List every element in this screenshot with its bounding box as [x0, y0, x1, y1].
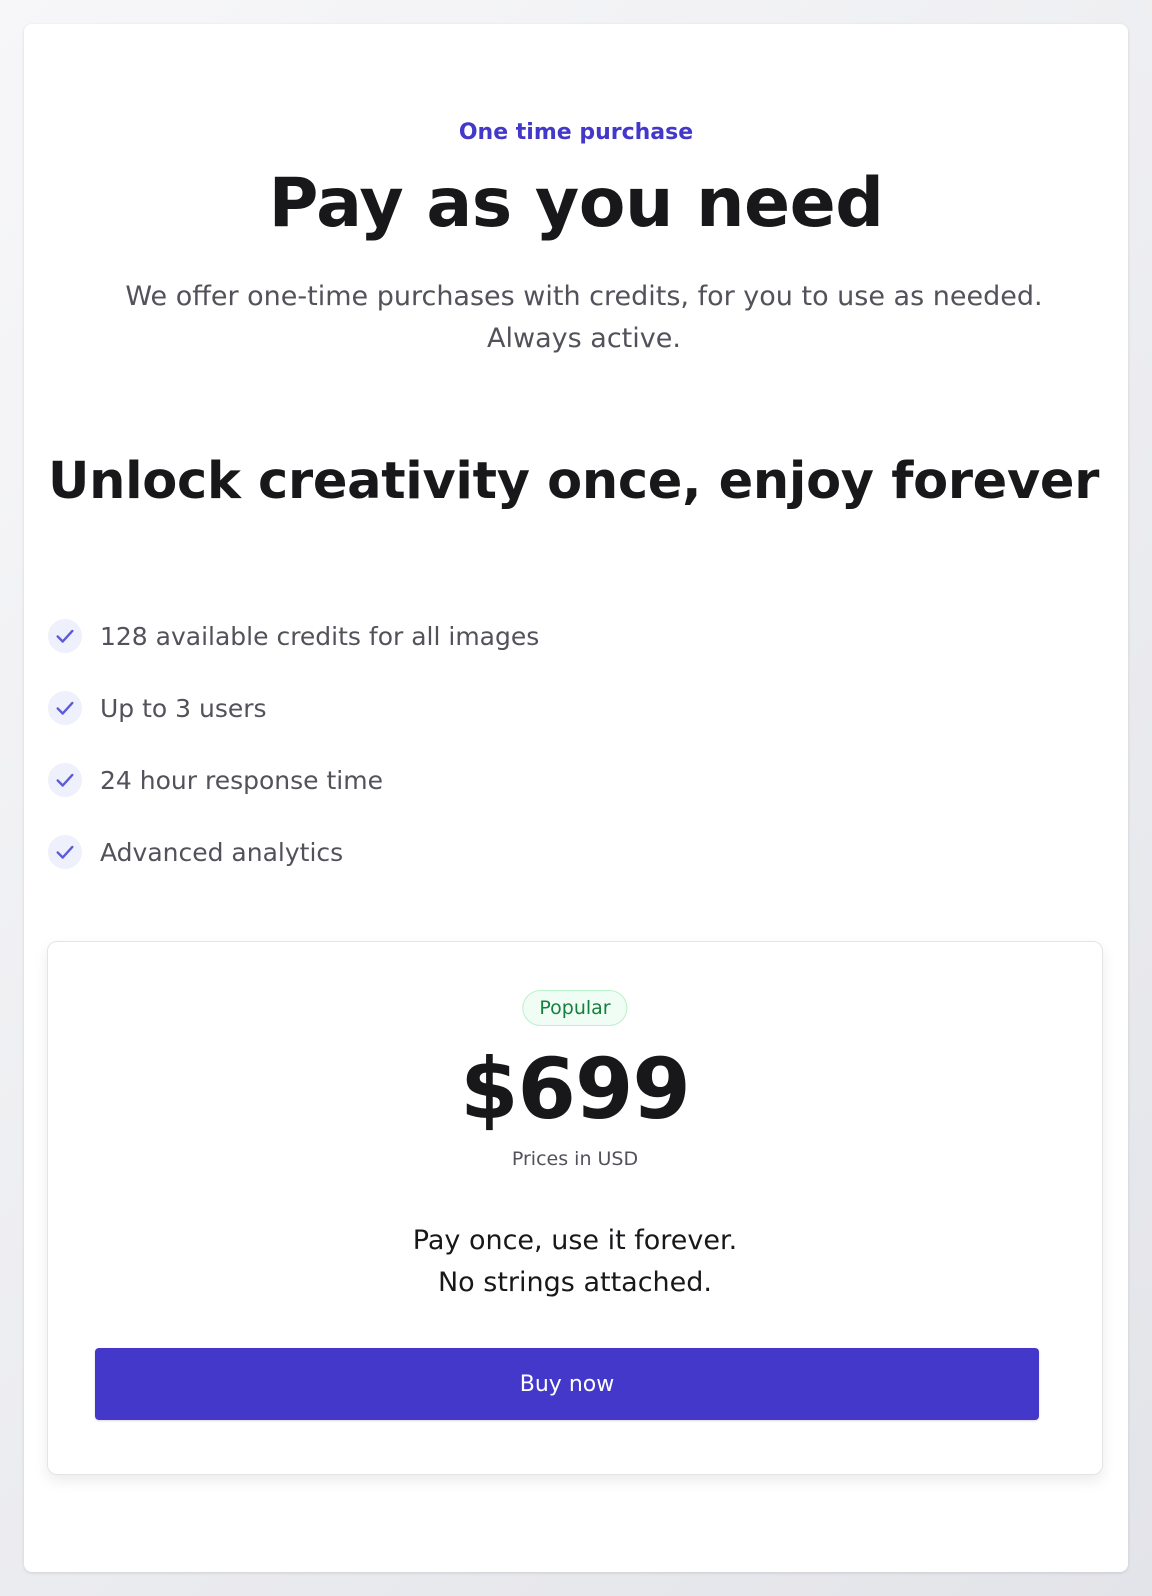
check-icon: [48, 835, 82, 869]
buy-now-button[interactable]: Buy now: [95, 1348, 1039, 1420]
feature-item: Advanced analytics: [48, 816, 539, 888]
feature-label: 24 hour response time: [100, 765, 383, 795]
subtitle-line: We offer one-time purchases with credits…: [125, 281, 1043, 312]
page-subtitle: We offer one-time purchases with credits…: [84, 276, 1084, 360]
feature-item: Up to 3 users: [48, 672, 539, 744]
check-icon: [48, 691, 82, 725]
currency-note: Prices in USD: [511, 1148, 639, 1170]
pitch-line: Pay once, use it forever.: [412, 1225, 738, 1256]
eyebrow-label: One time purchase: [458, 120, 694, 145]
price-card: Popular $699 Prices in USD Pay once, use…: [47, 941, 1103, 1475]
price-amount: $699: [460, 1040, 691, 1138]
feature-item: 128 available credits for all images: [48, 600, 539, 672]
pricing-page-card: One time purchase Pay as you need We off…: [24, 24, 1128, 1572]
feature-label: 128 available credits for all images: [100, 621, 540, 651]
check-icon: [48, 763, 82, 797]
section-heading: Unlock creativity once, enjoy forever: [48, 452, 1100, 511]
price-pitch: Pay once, use it forever. No strings att…: [48, 1220, 1102, 1304]
page-title: Pay as you need: [268, 164, 884, 243]
feature-label: Up to 3 users: [100, 693, 267, 723]
feature-label: Advanced analytics: [100, 837, 344, 867]
feature-item: 24 hour response time: [48, 744, 539, 816]
subtitle-line: Always active.: [487, 323, 681, 354]
check-icon: [48, 619, 82, 653]
pitch-line: No strings attached.: [437, 1267, 712, 1298]
feature-list: 128 available credits for all images Up …: [48, 600, 539, 888]
popular-badge: Popular: [522, 990, 628, 1026]
